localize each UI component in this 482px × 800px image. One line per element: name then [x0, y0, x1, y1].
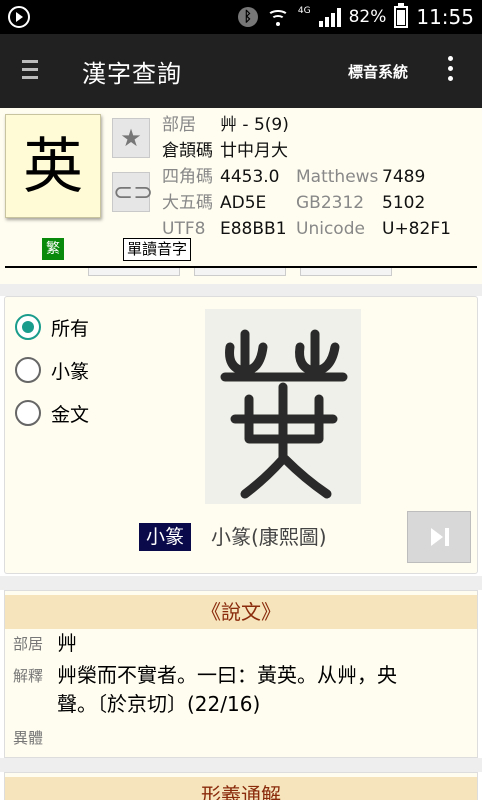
seal-glyph-drawing	[220, 329, 348, 499]
radio-label: 小篆	[51, 360, 90, 383]
cangjie-value: 廿中月大	[220, 141, 288, 161]
matthews-label: Matthews	[296, 167, 379, 187]
bluetooth-icon: ᛒ	[237, 7, 258, 27]
big5-value: AD5E	[220, 193, 267, 213]
wifi-icon	[266, 8, 290, 26]
radio-seal[interactable]: 小篆	[15, 355, 89, 385]
skip-next-icon	[431, 528, 443, 546]
network-type: 4G	[297, 5, 311, 16]
big5-label: 大五碼	[162, 193, 213, 213]
unicode-label: Unicode	[296, 219, 365, 239]
clock: 11:55	[416, 5, 474, 29]
character-glyph: 英	[5, 114, 101, 218]
signal-icon	[318, 7, 341, 27]
radio-unchecked-icon[interactable]	[15, 400, 41, 426]
separator	[0, 284, 482, 296]
app-bar: 漢字查詢 標音系統	[0, 34, 482, 108]
gb-value: 5102	[382, 193, 426, 213]
radical-value: 艸 - 5(9)	[220, 115, 289, 135]
matthews-value: 7489	[382, 167, 426, 187]
tab-stub	[194, 268, 286, 276]
link-button[interactable]: ⊂⊃	[112, 172, 154, 212]
shuowen-explanation-line2: 聲。〔於京切〕(22/16)	[57, 692, 261, 716]
single-reading-button[interactable]: 單讀音字	[123, 238, 192, 261]
script-card: 所有 小篆 金文 小篆 小篆(康熙圖)	[4, 296, 478, 574]
status-bar: ᛒ 4G 82% 11:55	[0, 0, 482, 34]
character-header: 英 ★ ⊂⊃ 部居 艸 - 5(9) 倉頡碼 廿中月大 四角碼 4453.0 M…	[0, 108, 482, 284]
shuowen-variant-label: 異體	[13, 729, 44, 747]
favorite-button[interactable]: ★	[112, 118, 150, 158]
shuowen-card: 《說文》 部居 艸 解釋 艸榮而不實者。一曰：黃英。从艸，央 聲。〔於京切〕(2…	[4, 590, 478, 758]
status-icons: ᛒ 4G 82% 11:55	[237, 0, 474, 34]
battery-icon	[394, 3, 409, 28]
star-icon: ★	[120, 124, 142, 152]
four-corner-value: 4453.0	[220, 167, 280, 187]
radio-all[interactable]: 所有	[15, 312, 89, 342]
current-script-label: 小篆	[139, 523, 192, 551]
shuowen-title: 《說文》	[5, 595, 477, 629]
radical-label: 部居	[162, 115, 196, 135]
overflow-menu-icon[interactable]	[448, 56, 454, 86]
next-script-button[interactable]	[407, 511, 471, 563]
seal-script-image	[205, 309, 361, 504]
app-notification-icon	[8, 6, 30, 28]
tab-stub	[300, 268, 392, 276]
separator	[0, 758, 482, 772]
battery-percent: 82%	[348, 7, 387, 27]
etymology-title: 形義通解	[5, 777, 477, 800]
gb-label: GB2312	[296, 193, 365, 213]
current-script-source: 小篆(康熙圖)	[211, 525, 327, 549]
etymology-card: 形義通解	[4, 772, 478, 800]
radio-checked-icon[interactable]	[15, 314, 41, 340]
radio-bronze[interactable]: 金文	[15, 398, 89, 428]
unicode-value: U+82F1	[382, 219, 451, 239]
radio-label: 金文	[51, 403, 90, 426]
radio-unchecked-icon[interactable]	[15, 357, 41, 383]
four-corner-label: 四角碼	[162, 167, 213, 187]
tab-stub	[88, 268, 180, 276]
traditional-badge[interactable]: 繁	[42, 238, 64, 260]
shuowen-radical-label: 部居	[13, 635, 44, 653]
cangjie-label: 倉頡碼	[162, 141, 213, 161]
utf8-value: E88BB1	[220, 219, 287, 239]
app-title: 漢字查詢	[82, 60, 182, 88]
shuowen-explanation-label: 解釋	[13, 667, 44, 685]
phonetic-system-button[interactable]: 標音系統	[348, 61, 408, 82]
shuowen-explanation-line1: 艸榮而不實者。一曰：黃英。从艸，央	[57, 663, 397, 687]
radio-label: 所有	[51, 317, 90, 340]
separator	[0, 576, 482, 590]
drawer-menu-icon[interactable]	[22, 60, 38, 82]
link-icon: ⊂⊃	[113, 178, 154, 206]
shuowen-radical-value: 艸	[57, 631, 77, 655]
